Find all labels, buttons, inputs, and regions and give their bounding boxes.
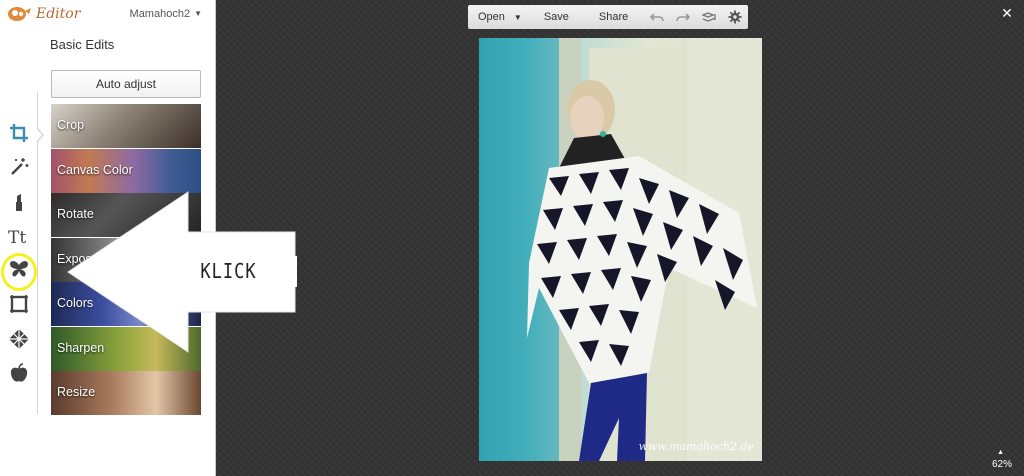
edit-item-crop[interactable]: Crop [51,104,201,148]
edit-item-label: Crop [57,118,85,132]
texture-icon [8,328,30,355]
edit-item-rotate[interactable]: Rotate [51,193,201,237]
sidebar: Editor Mamahoch2 ▼ Tt Basic Edits Auto a… [0,0,216,476]
edit-item-label: Sharpen [57,340,105,355]
layers-icon[interactable] [702,10,716,24]
edit-item-label: Rotate [57,207,94,221]
close-icon[interactable]: ✕ [1000,6,1014,20]
open-label: Open [478,11,505,23]
edit-item-resize[interactable]: Resize [51,371,201,415]
panel-title: Basic Edits [50,37,115,52]
effects-tool[interactable] [6,156,32,182]
edit-item-label: Colors [57,296,94,310]
annotation-text: KLICK [200,259,257,284]
rail-pointer [36,127,44,143]
undo-icon[interactable] [650,10,665,24]
watermark: www.mamahoch2.de [638,440,754,453]
top-toolbar: Open ▼ Save Share [468,5,748,29]
svg-text:Tt: Tt [8,228,26,247]
open-button[interactable]: Open ▼ [478,11,522,23]
lipstick-icon [8,191,30,218]
photo-image [479,38,762,461]
logo-icon [6,5,32,23]
edit-item-label: Exposure [57,251,110,266]
textures-tool[interactable] [6,328,32,354]
redo-icon[interactable] [676,10,691,24]
share-button[interactable]: Share [599,11,628,23]
user-menu[interactable]: Mamahoch2 ▼ [130,8,202,20]
text-tool[interactable]: Tt [6,225,32,251]
app-header: Editor Mamahoch2 ▼ [0,0,216,30]
gear-icon[interactable] [728,10,742,24]
seasonal-tool[interactable] [6,362,32,388]
user-name: Mamahoch2 [129,8,191,20]
frame-icon [8,293,30,320]
edit-item-label: Resize [57,385,96,399]
chevron-up-icon[interactable]: ▲ [997,449,1004,456]
text-icon: Tt [8,225,30,252]
chevron-down-icon: ▼ [194,9,202,18]
zoom-level[interactable]: 62% [992,459,1012,470]
apple-icon [8,362,30,389]
annotation-label: KLICK [160,256,297,287]
touch-up-tool[interactable] [6,191,32,217]
crop-icon [8,122,30,149]
edit-item-sharpen[interactable]: Sharpen [51,326,201,371]
magic-wand-icon [8,156,30,183]
frames-tool[interactable] [6,293,32,319]
app-title: Editor [36,6,81,22]
edit-item-label: Canvas Color [57,162,133,177]
save-button[interactable]: Save [544,11,569,23]
chevron-down-icon: ▼ [513,12,522,22]
edit-item-colors[interactable]: Colors [51,282,201,326]
crop-tool[interactable] [6,122,32,148]
highlight-ring [1,253,37,291]
auto-adjust-button[interactable]: Auto adjust [51,70,201,98]
edit-item-canvas-color[interactable]: Canvas Color [51,148,201,193]
photo-canvas[interactable]: www.mamahoch2.de [479,38,762,461]
